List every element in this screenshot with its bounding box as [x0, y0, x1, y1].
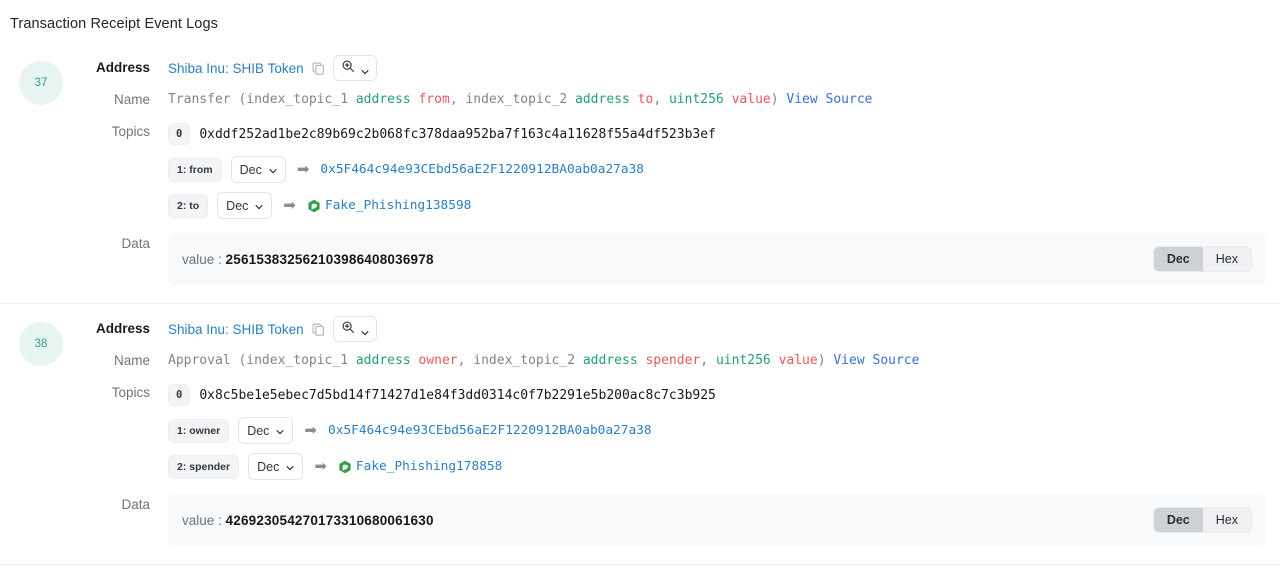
topic-format-dropdown[interactable]: Dec: [231, 156, 286, 183]
topics-list: 0 0x8c5be1e5ebec7d5bd14f71427d1e84f3dd03…: [168, 382, 1266, 480]
event-log-list: 37 Address Shiba Inu: SHIB Token: [0, 43, 1280, 564]
arrow-right-icon: ➡: [281, 198, 298, 213]
log-index-badge: 38: [19, 322, 63, 366]
name-row: Name Approval (index_topic_1 address own…: [82, 350, 1266, 372]
page-title: Transaction Receipt Event Logs: [0, 0, 1280, 34]
address-lens-button[interactable]: [333, 316, 377, 342]
copy-icon[interactable]: [311, 322, 326, 337]
topic-format-dropdown[interactable]: Dec: [238, 417, 293, 444]
topic-value-link[interactable]: 0x5F464c94e93CEbd56aE2F1220912BA0ab0a27a…: [320, 162, 644, 177]
name-row: Name Transfer (index_topic_1 address fro…: [82, 89, 1266, 111]
data-value-number: 256153832562103986408036978: [226, 252, 434, 267]
topic-index-badge: 1: owner: [168, 419, 229, 443]
address-row: Address Shiba Inu: SHIB Token: [82, 318, 1266, 340]
data-value: value : 256153832562103986408036978: [182, 252, 434, 267]
arrow-right-icon: ➡: [295, 162, 312, 177]
magnifier-plus-icon: [341, 320, 355, 339]
data-format-hex[interactable]: Hex: [1203, 508, 1251, 532]
copy-icon[interactable]: [311, 61, 326, 76]
name-label: Name: [82, 89, 168, 111]
data-format-toggle[interactable]: Dec Hex: [1153, 246, 1252, 272]
chevron-down-icon: [285, 462, 294, 471]
data-value-key: value :: [182, 513, 226, 528]
topics-list: 0 0xddf252ad1be2c89b69c2b068fc378daa952b…: [168, 121, 1266, 219]
data-format-dec[interactable]: Dec: [1154, 247, 1203, 271]
topic-index-badge: 2: spender: [168, 455, 239, 479]
topic-index-badge: 2: to: [168, 194, 208, 218]
topic-format-label: Dec: [257, 460, 279, 474]
chevron-down-icon: [268, 165, 277, 174]
address-row: Address Shiba Inu: SHIB Token: [82, 57, 1266, 79]
topic-value-link[interactable]: Fake_Phishing138598: [325, 198, 471, 213]
arrow-right-icon: ➡: [312, 459, 329, 474]
nametag-hex-icon: [307, 199, 321, 213]
view-source-link[interactable]: View Source: [833, 353, 919, 368]
topic-format-label: Dec: [226, 199, 248, 213]
topic-hash-value: 0xddf252ad1be2c89b69c2b068fc378daa952ba7…: [199, 127, 716, 142]
topic-row: 1: from Dec ➡ 0x5F464c94e93CEbd56aE2F122091…: [168, 156, 1266, 183]
topic-format-label: Dec: [247, 424, 269, 438]
topic-index-badge: 1: from: [168, 158, 222, 182]
topic-format-dropdown[interactable]: Dec: [217, 192, 272, 219]
address-link[interactable]: Shiba Inu: SHIB Token: [168, 322, 304, 337]
topic-row: 0 0x8c5be1e5ebec7d5bd14f71427d1e84f3dd03…: [168, 382, 1266, 408]
topic-row: 1: owner Dec ➡ 0x5F464c94e93CEbd56aE2F12209…: [168, 417, 1266, 444]
data-format-hex[interactable]: Hex: [1203, 247, 1251, 271]
address-lens-button[interactable]: [333, 55, 377, 81]
topics-row: Topics 0 0x8c5be1e5ebec7d5bd14f71427d1e8…: [82, 382, 1266, 480]
data-label: Data: [82, 233, 168, 255]
data-value: value : 426923054270173310680061630: [182, 513, 434, 528]
data-value-number: 426923054270173310680061630: [226, 513, 434, 528]
event-logs-page: Transaction Receipt Event Logs 37 Addres…: [0, 0, 1280, 565]
nametag-hex-icon: [338, 460, 352, 474]
log-index-badge: 37: [19, 61, 63, 105]
topic-format-label: Dec: [240, 163, 262, 177]
topic-format-dropdown[interactable]: Dec: [248, 453, 303, 480]
topic-row: 2: spender Dec ➡ Fake_Phishing178858: [168, 453, 1266, 480]
topics-label: Topics: [82, 382, 168, 404]
topic-index-badge: 0: [168, 123, 190, 145]
address-label: Address: [82, 57, 168, 79]
address-label: Address: [82, 318, 168, 340]
data-label: Data: [82, 494, 168, 516]
address-link[interactable]: Shiba Inu: SHIB Token: [168, 61, 304, 76]
topic-value-link[interactable]: Fake_Phishing178858: [356, 459, 502, 474]
chevron-down-icon: [275, 426, 284, 435]
topics-row: Topics 0 0xddf252ad1be2c89b69c2b068fc378…: [82, 121, 1266, 219]
topic-nametag: Fake_Phishing178858: [338, 459, 502, 474]
data-format-toggle[interactable]: Dec Hex: [1153, 507, 1252, 533]
data-row: Data value : 426923054270173310680061630…: [82, 494, 1266, 546]
arrow-right-icon: ➡: [302, 423, 319, 438]
topic-row: 0 0xddf252ad1be2c89b69c2b068fc378daa952b…: [168, 121, 1266, 147]
name-label: Name: [82, 350, 168, 372]
topic-value-link[interactable]: 0x5F464c94e93CEbd56aE2F1220912BA0ab0a27a…: [328, 423, 652, 438]
topics-label: Topics: [82, 121, 168, 143]
data-row: Data value : 256153832562103986408036978…: [82, 233, 1266, 285]
chevron-down-icon: [254, 201, 263, 210]
event-log-entry: 38 Address Shiba Inu: SHIB Token: [0, 303, 1280, 564]
chevron-down-icon: [360, 325, 369, 334]
topic-nametag: Fake_Phishing138598: [307, 198, 471, 213]
topic-index-badge: 0: [168, 384, 190, 406]
event-log-entry: 37 Address Shiba Inu: SHIB Token: [0, 43, 1280, 303]
event-signature: Approval (index_topic_1 address owner, i…: [168, 350, 1266, 372]
data-value-key: value :: [182, 252, 226, 267]
chevron-down-icon: [360, 64, 369, 73]
event-signature: Transfer (index_topic_1 address from, in…: [168, 89, 1266, 111]
magnifier-plus-icon: [341, 59, 355, 78]
view-source-link[interactable]: View Source: [786, 92, 872, 107]
bottom-divider: [0, 564, 1280, 565]
topic-hash-value: 0x8c5be1e5ebec7d5bd14f71427d1e84f3dd0314…: [199, 388, 716, 403]
log-index-column: 38: [0, 318, 82, 546]
data-format-dec[interactable]: Dec: [1154, 508, 1203, 532]
log-index-column: 37: [0, 57, 82, 285]
topic-row: 2: to Dec ➡ Fake_Phishing138598: [168, 192, 1266, 219]
